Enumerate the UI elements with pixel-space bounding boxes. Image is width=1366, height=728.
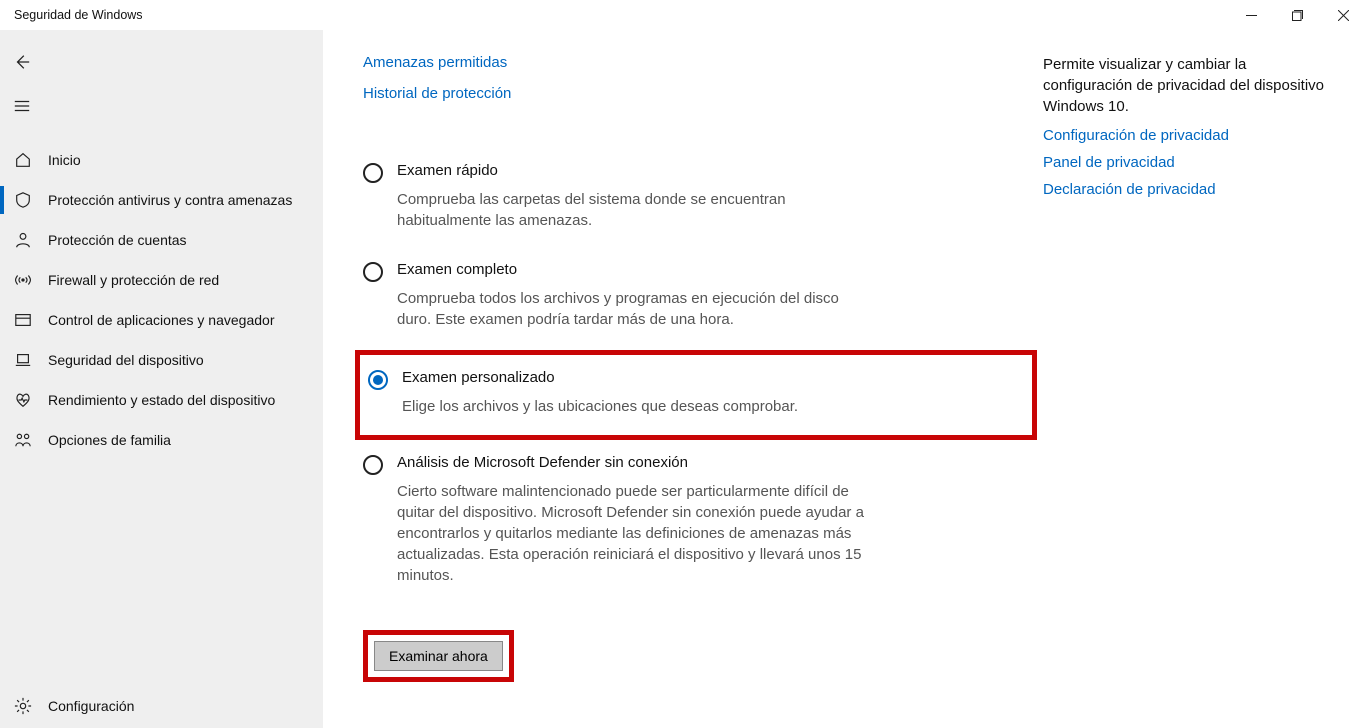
antenna-icon	[14, 271, 32, 289]
family-icon	[14, 431, 32, 449]
option-title: Análisis de Microsoft Defender sin conex…	[397, 454, 877, 471]
radio-custom-scan[interactable]	[368, 370, 388, 390]
sidebar-item-performance[interactable]: Rendimiento y estado del dispositivo	[0, 380, 323, 420]
scan-now-highlight: Examinar ahora	[363, 630, 514, 682]
sidebar-item-account-protection[interactable]: Protección de cuentas	[0, 220, 323, 260]
shield-icon	[14, 191, 32, 209]
maximize-button[interactable]	[1274, 0, 1320, 30]
laptop-icon	[14, 351, 32, 369]
close-button[interactable]	[1320, 0, 1366, 30]
home-icon	[14, 151, 32, 169]
sidebar-item-settings[interactable]: Configuración	[0, 684, 323, 728]
option-title: Examen completo	[397, 261, 877, 278]
minimize-button[interactable]	[1228, 0, 1274, 30]
arrow-left-icon	[13, 53, 31, 71]
sidebar-item-label: Firewall y protección de red	[48, 272, 219, 288]
sidebar-item-home[interactable]: Inicio	[0, 140, 323, 180]
scan-now-button[interactable]: Examinar ahora	[374, 641, 503, 671]
sidebar-item-label: Opciones de familia	[48, 432, 171, 448]
radio-quick-scan[interactable]	[363, 163, 383, 183]
allowed-threats-link[interactable]: Amenazas permitidas	[363, 54, 1023, 71]
sidebar-item-label: Control de aplicaciones y navegador	[48, 312, 274, 328]
sidebar-item-device-security[interactable]: Seguridad del dispositivo	[0, 340, 323, 380]
option-custom-scan[interactable]: Examen personalizado Elige los archivos …	[355, 350, 1037, 440]
radio-offline-scan[interactable]	[363, 455, 383, 475]
option-quick-scan[interactable]: Examen rápido Comprueba las carpetas del…	[363, 158, 1023, 257]
main-content: Amenazas permitidas Historial de protecc…	[323, 30, 1366, 728]
privacy-description: Permite visualizar y cambiar la configur…	[1043, 54, 1326, 117]
sidebar-item-label: Protección de cuentas	[48, 232, 187, 248]
option-desc: Comprueba las carpetas del sistema donde…	[397, 189, 877, 231]
sidebar-item-label: Rendimiento y estado del dispositivo	[48, 392, 275, 408]
heart-icon	[14, 391, 32, 409]
sidebar-item-virus-protection[interactable]: Protección antivirus y contra amenazas	[0, 180, 323, 220]
sidebar: Inicio Protección antivirus y contra ame…	[0, 30, 323, 728]
sidebar-item-label: Protección antivirus y contra amenazas	[48, 192, 292, 208]
protection-history-link[interactable]: Historial de protección	[363, 85, 1023, 102]
option-desc: Cierto software malintencionado puede se…	[397, 481, 877, 586]
window-controls	[1228, 0, 1366, 30]
menu-button[interactable]	[0, 84, 44, 128]
window-title: Seguridad de Windows	[14, 8, 143, 22]
sidebar-item-label: Configuración	[48, 698, 134, 714]
sidebar-item-app-browser[interactable]: Control de aplicaciones y navegador	[0, 300, 323, 340]
option-title: Examen personalizado	[402, 369, 798, 386]
radio-full-scan[interactable]	[363, 262, 383, 282]
option-full-scan[interactable]: Examen completo Comprueba todos los arch…	[363, 257, 1023, 356]
option-desc: Elige los archivos y las ubicaciones que…	[402, 396, 798, 417]
hamburger-icon	[13, 97, 31, 115]
option-desc: Comprueba todos los archivos y programas…	[397, 288, 877, 330]
option-title: Examen rápido	[397, 162, 877, 179]
back-button[interactable]	[0, 40, 44, 84]
privacy-settings-link[interactable]: Configuración de privacidad	[1043, 127, 1326, 144]
sidebar-item-firewall[interactable]: Firewall y protección de red	[0, 260, 323, 300]
sidebar-item-family[interactable]: Opciones de familia	[0, 420, 323, 460]
window-icon	[14, 311, 32, 329]
option-offline-scan[interactable]: Análisis de Microsoft Defender sin conex…	[363, 450, 1023, 612]
sidebar-item-label: Seguridad del dispositivo	[48, 352, 204, 368]
person-icon	[14, 231, 32, 249]
gear-icon	[14, 697, 32, 715]
titlebar: Seguridad de Windows	[0, 0, 1366, 30]
privacy-statement-link[interactable]: Declaración de privacidad	[1043, 181, 1326, 198]
privacy-dashboard-link[interactable]: Panel de privacidad	[1043, 154, 1326, 171]
sidebar-item-label: Inicio	[48, 152, 81, 168]
right-column: Permite visualizar y cambiar la configur…	[1023, 54, 1326, 728]
